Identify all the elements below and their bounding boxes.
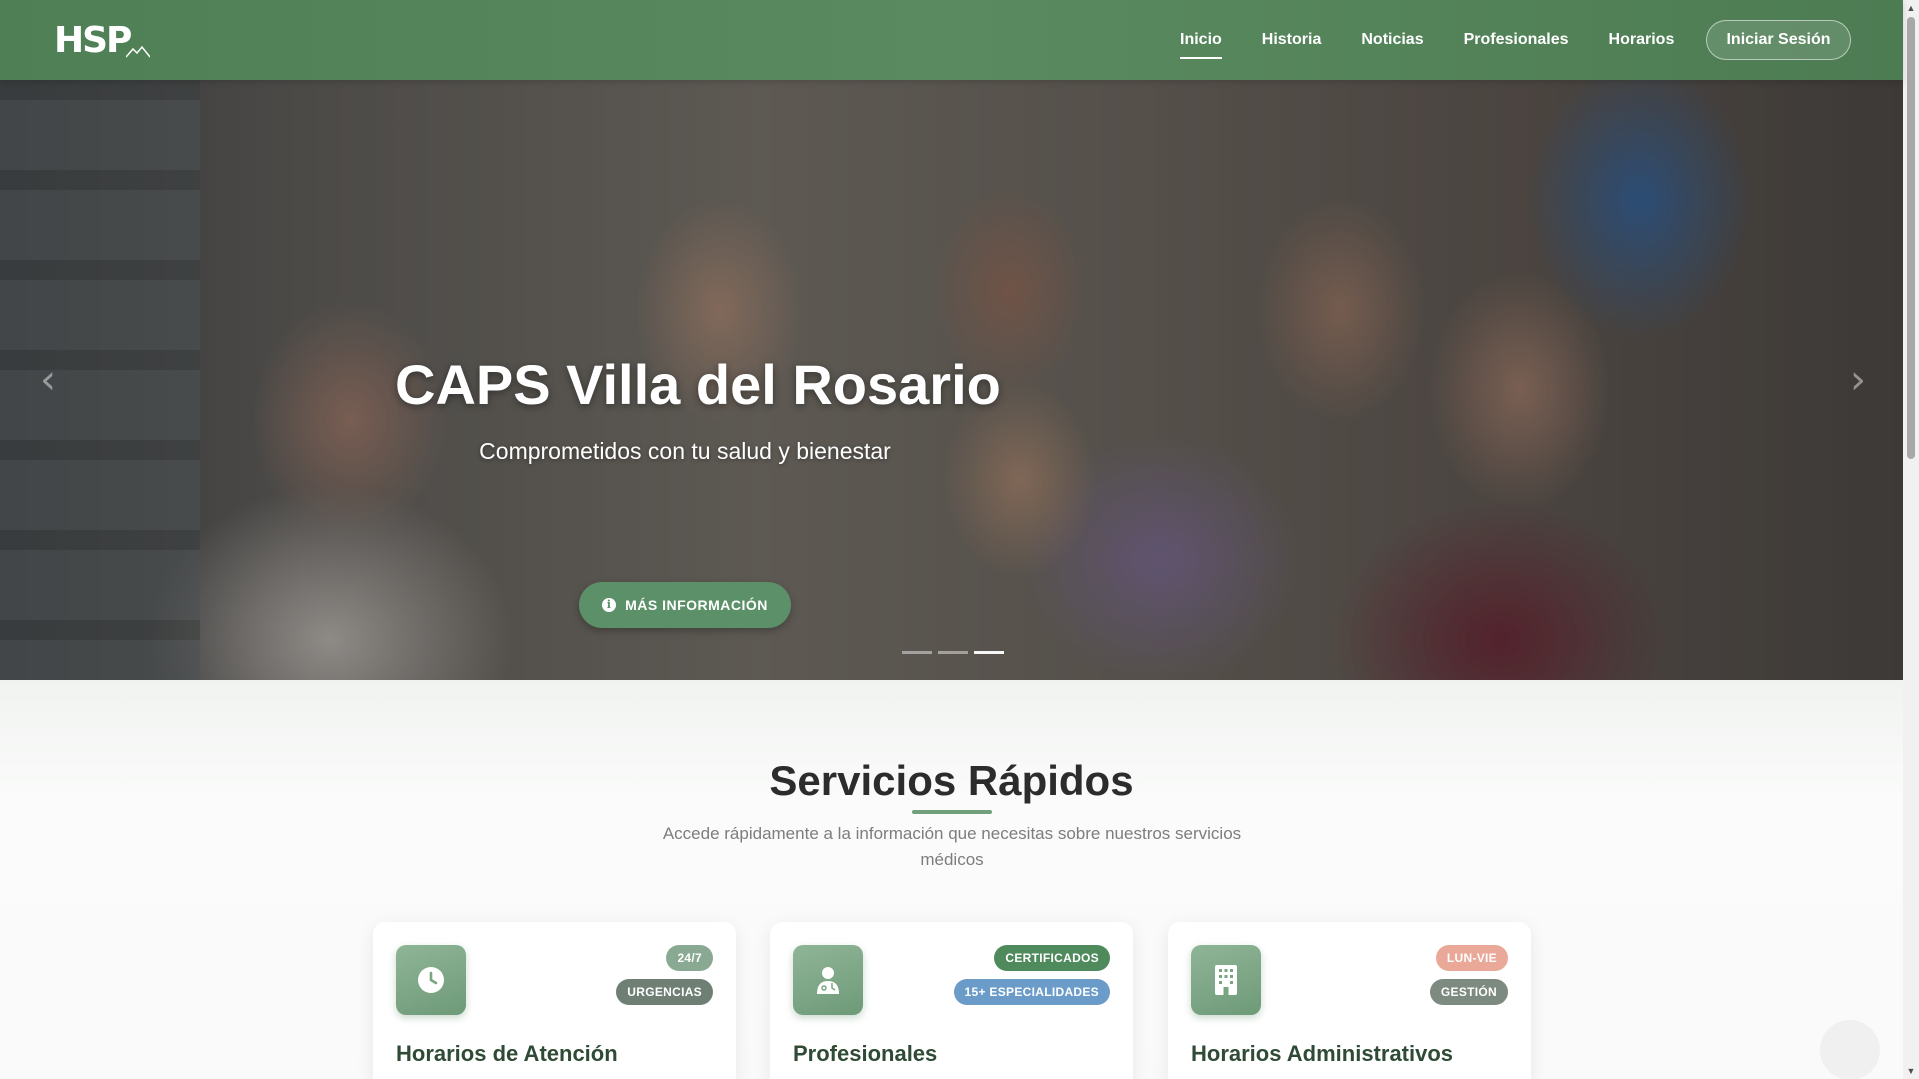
card-badges: LUN-VIE GESTIÓN <box>1429 945 1508 1013</box>
card-title: Horarios Administrativos <box>1191 1041 1454 1066</box>
hero-subtitle: Comprometidos con tu salud y bienestar <box>479 438 891 464</box>
chat-widget-shadow <box>1820 1020 1880 1079</box>
scroll-down-icon[interactable]: ▼ <box>1903 1063 1919 1079</box>
more-info-button[interactable]: i MÁS INFORMACIÓN <box>579 582 791 628</box>
badge-24-7: 24/7 <box>666 945 713 971</box>
nav-item-profesionales[interactable]: Profesionales <box>1464 25 1569 55</box>
title-underline <box>912 810 992 814</box>
hero-title: CAPS Villa del Rosario <box>395 353 1001 416</box>
info-icon: i <box>602 598 617 612</box>
navbar: HSP Inicio Historia Noticias Profesional… <box>0 0 1903 80</box>
mountain-icon <box>126 45 151 58</box>
carousel-indicator-1[interactable] <box>902 651 932 654</box>
main-nav: Inicio Historia Noticias Profesionales H… <box>1180 0 1714 80</box>
logo-text: HSP <box>54 20 132 61</box>
nav-item-noticias[interactable]: Noticias <box>1361 25 1423 55</box>
building-icon <box>1191 945 1261 1015</box>
login-button[interactable]: Iniciar Sesión <box>1706 20 1851 60</box>
clock-icon <box>396 945 466 1015</box>
chevron-left-icon[interactable]: ‹ <box>28 360 68 400</box>
card-badges: CERTIFICADOS 15+ ESPECIALIDADES <box>953 945 1110 1013</box>
chevron-right-icon[interactable]: › <box>1838 360 1878 400</box>
nav-item-horarios[interactable]: Horarios <box>1609 25 1675 55</box>
nav-item-inicio[interactable]: Inicio <box>1180 25 1222 59</box>
badge-lun-vie: LUN-VIE <box>1435 945 1508 971</box>
nav-item-historia[interactable]: Historia <box>1262 25 1322 55</box>
carousel-indicators <box>902 651 1010 654</box>
more-info-label: MÁS INFORMACIÓN <box>625 597 768 613</box>
carousel-indicator-3[interactable] <box>974 651 1004 654</box>
service-card-horarios-atencion[interactable]: 24/7 URGENCIAS Horarios de Atención <box>373 922 736 1079</box>
page-scrollbar[interactable]: ▲ ▼ <box>1903 0 1919 1079</box>
scroll-thumb[interactable] <box>1907 17 1915 459</box>
doctor-icon <box>793 945 863 1015</box>
badge-certificados: CERTIFICADOS <box>994 945 1110 971</box>
badge-urgencias: URGENCIAS <box>616 979 713 1005</box>
card-title: Profesionales <box>793 1041 938 1066</box>
badge-gestion: GESTIÓN <box>1429 979 1508 1005</box>
scroll-up-icon[interactable]: ▲ <box>1903 0 1919 16</box>
card-badges: 24/7 URGENCIAS <box>616 945 713 1013</box>
badge-especialidades: 15+ ESPECIALIDADES <box>953 979 1110 1005</box>
card-title: Horarios de Atención <box>396 1041 618 1066</box>
services-title: Servicios Rápidos <box>769 757 1134 804</box>
carousel-indicator-2[interactable] <box>938 651 968 654</box>
brand-logo[interactable]: HSP <box>54 20 151 61</box>
service-card-profesionales[interactable]: CERTIFICADOS 15+ ESPECIALIDADES Profesio… <box>770 922 1133 1079</box>
service-card-horarios-administrativos[interactable]: LUN-VIE GESTIÓN Horarios Administrativos <box>1168 922 1531 1079</box>
services-subtitle: Accede rápidamente a la información que … <box>662 824 1242 869</box>
